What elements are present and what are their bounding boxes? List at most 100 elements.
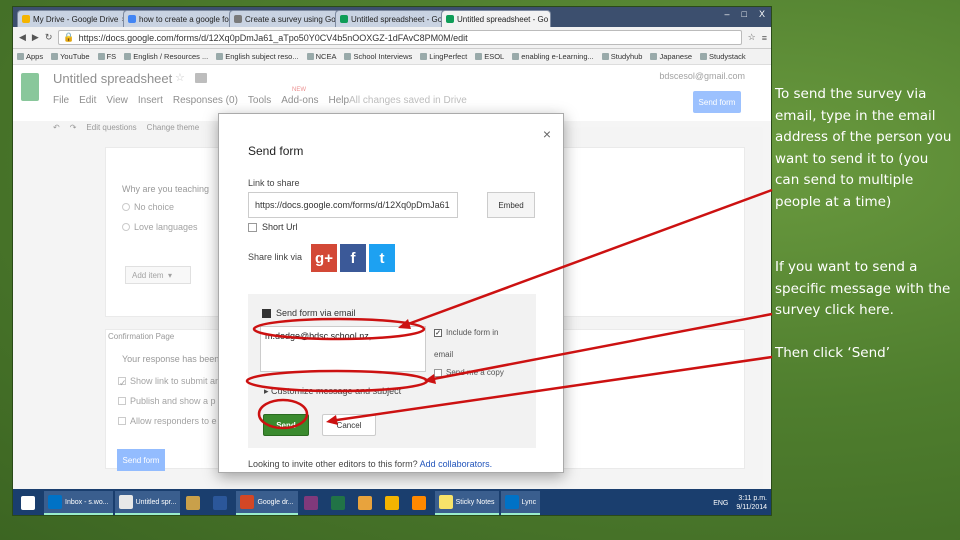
taskbar-item[interactable] <box>17 491 42 515</box>
bookmark-icon <box>601 53 609 60</box>
menu-item[interactable]: Add-ons <box>281 95 318 106</box>
send-form-dialog: Send form × Link to share https://docs.g… <box>218 113 564 473</box>
menu-item[interactable]: Insert <box>138 95 163 106</box>
taskbar-item[interactable]: Inbox - s.wo... <box>44 491 113 515</box>
bookmark-icon <box>344 53 352 60</box>
menu-item[interactable]: Help <box>329 95 350 106</box>
google-plus-icon[interactable]: g+ <box>311 244 337 272</box>
bookmark-item[interactable]: YouTube <box>51 52 90 61</box>
folder-icon[interactable] <box>195 73 207 83</box>
save-status: All changes saved in Drive <box>349 95 467 106</box>
undo-icon[interactable]: ↶ <box>53 123 60 132</box>
browser-tab[interactable]: My Drive - Google Drive× <box>17 10 127 27</box>
star-icon[interactable]: ☆ <box>748 32 756 43</box>
forward-icon[interactable]: ▶ <box>32 32 39 43</box>
bookmark-item[interactable]: Studyhub <box>601 52 642 61</box>
customize-message-link[interactable]: ▸ Customize message and subject <box>264 386 401 397</box>
email-section-heading: Send form via email <box>262 308 356 318</box>
back-icon[interactable]: ◀ <box>19 32 26 43</box>
menu-item[interactable]: Tools <box>248 95 271 106</box>
link-label: Link to share <box>248 178 300 188</box>
send-form-button[interactable]: Send form <box>693 91 741 113</box>
cancel-button[interactable]: Cancel <box>322 414 376 436</box>
taskbar-item[interactable] <box>327 491 352 515</box>
app-icon <box>438 495 453 509</box>
facebook-icon[interactable]: f <box>340 244 366 272</box>
bookmark-item[interactable]: Japanese <box>650 52 692 61</box>
sheets-logo-icon[interactable] <box>21 73 39 101</box>
browser-tab[interactable]: how to create a google fo× <box>123 10 233 27</box>
taskbar-item[interactable]: Lync <box>500 491 541 515</box>
bookmark-item[interactable]: English / Resources ... <box>124 52 208 61</box>
short-url-checkbox[interactable]: Short Url <box>248 222 298 232</box>
menu-item[interactable]: File <box>53 95 69 106</box>
maximize-button[interactable]: □ <box>742 9 747 19</box>
account-email[interactable]: bdscesol@gmail.com <box>659 71 745 81</box>
app-icon <box>357 496 372 510</box>
annotation-email: To send the survey via email, type in th… <box>775 86 952 210</box>
add-collaborators-link[interactable]: Add collaborators. <box>420 459 493 469</box>
taskbar-item[interactable] <box>300 491 325 515</box>
browser-tab[interactable]: Create a survey using Go× <box>229 10 339 27</box>
menu-item[interactable]: Responses (0) <box>173 95 238 106</box>
checkbox-item[interactable]: Allow responders to e <box>118 416 217 426</box>
send-button[interactable]: Send <box>263 414 309 436</box>
browser-tab[interactable]: Untitled spreadsheet - Go× <box>441 10 551 27</box>
menu-icon[interactable]: ≡ <box>762 33 767 43</box>
send-form-bottom-button[interactable]: Send form <box>117 449 165 471</box>
bookmark-item[interactable]: enabling e-Learning... <box>512 52 594 61</box>
reload-icon[interactable]: ↻ <box>45 32 53 43</box>
app-icon <box>411 496 426 510</box>
menu-item[interactable]: Edit <box>79 95 96 106</box>
taskbar-item[interactable]: Google dr... <box>236 491 298 515</box>
taskbar-item[interactable] <box>408 491 433 515</box>
checkbox-item[interactable]: Publish and show a p <box>118 396 216 406</box>
option-item[interactable]: No choice <box>122 202 174 212</box>
question-title: Why are you teaching <box>122 184 210 194</box>
change-theme-button[interactable]: Change theme <box>147 123 199 132</box>
taskbar-item[interactable] <box>182 491 207 515</box>
bookmark-item[interactable]: School Interviews <box>344 52 412 61</box>
taskbar-item[interactable] <box>209 491 234 515</box>
email-to-field[interactable]: m.dodge@bdsc.school.nz, <box>260 326 426 372</box>
app-icon <box>186 496 201 510</box>
bookmark-item[interactable]: ESOL <box>475 52 504 61</box>
bookmark-item[interactable]: Studystack <box>700 52 746 61</box>
twitter-icon[interactable]: t <box>369 244 395 272</box>
redo-icon[interactable]: ↷ <box>70 123 77 132</box>
bookmark-item[interactable]: LingPerfect <box>420 52 467 61</box>
bookmark-item[interactable]: FS <box>97 52 116 61</box>
taskbar-item[interactable]: Untitled spr... <box>114 491 181 515</box>
option-item[interactable]: Love languages <box>122 222 198 232</box>
add-item-button[interactable]: Add item ▾ <box>125 266 191 284</box>
address-bar: ◀ ▶ ↻ 🔒 https://docs.google.com/forms/d/… <box>13 27 771 49</box>
checkbox-item[interactable]: ✓ Show link to submit an <box>118 376 220 388</box>
browser-tab[interactable]: Untitled spreadsheet - Go× <box>335 10 445 27</box>
language-indicator[interactable]: ENG <box>713 500 728 507</box>
taskbar-item[interactable]: Sticky Notes <box>434 491 499 515</box>
bookmark-item[interactable]: Apps <box>17 52 43 61</box>
star-icon[interactable]: ☆ <box>175 71 185 84</box>
taskbar-item[interactable] <box>381 491 406 515</box>
annotation-message: If you want to send a specific message w… <box>775 259 951 318</box>
bookmark-item[interactable]: English subject reso... <box>216 52 299 61</box>
minimize-button[interactable]: – <box>725 9 730 19</box>
system-tray: ENG 3:11 p.m. 9/11/2014 <box>713 494 771 512</box>
embed-button[interactable]: Embed <box>487 192 535 218</box>
bookmark-item[interactable]: NCEA <box>306 52 336 61</box>
url-field[interactable]: 🔒 https://docs.google.com/forms/d/12Xq0p… <box>58 30 742 45</box>
edit-questions-button[interactable]: Edit questions <box>86 123 136 132</box>
share-link-field[interactable]: https://docs.google.com/forms/d/12Xq0pDm… <box>248 192 458 218</box>
menu-item[interactable]: View <box>106 95 128 106</box>
bookmarks-bar: Apps YouTube FS English / Resources ... Engl… <box>13 49 771 65</box>
browser-screenshot: My Drive - Google Drive×how to create a … <box>12 6 772 516</box>
send-me-copy-checkbox[interactable]: Send me a copy <box>434 368 504 377</box>
clock[interactable]: 3:11 p.m. 9/11/2014 <box>736 494 767 512</box>
app-icon <box>118 495 133 509</box>
taskbar-item[interactable] <box>354 491 379 515</box>
document-title[interactable]: Untitled spreadsheet <box>53 71 172 86</box>
close-window-button[interactable]: X <box>759 9 765 19</box>
bookmark-icon <box>420 53 428 60</box>
include-form-checkbox[interactable]: ✓ Include form in <box>434 328 498 337</box>
close-icon[interactable]: × <box>543 126 551 142</box>
